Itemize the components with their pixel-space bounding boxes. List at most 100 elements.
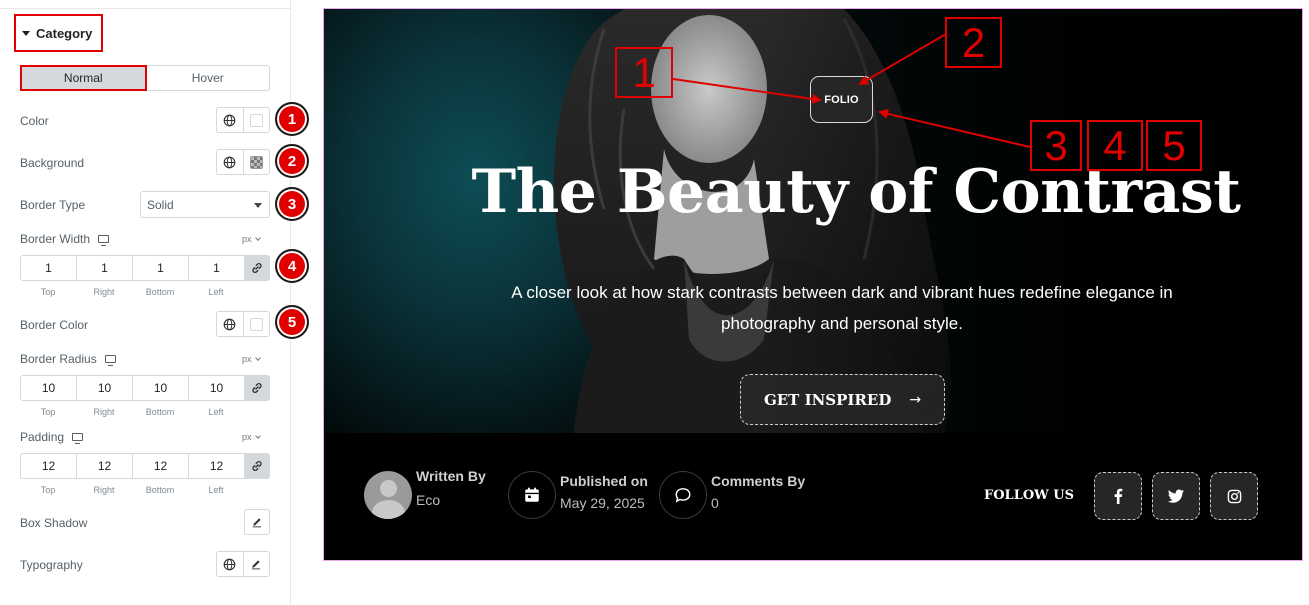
- padding-unit[interactable]: px: [242, 432, 261, 442]
- desktop-icon[interactable]: [98, 235, 110, 246]
- border-width-inputs: 1 1 1 1: [20, 255, 270, 281]
- border-radius-top[interactable]: 10: [21, 376, 77, 400]
- author-name[interactable]: Eco: [416, 492, 486, 508]
- chevron-down-icon: [254, 235, 261, 241]
- link-icon: [252, 461, 262, 471]
- global-color-button[interactable]: [217, 108, 243, 132]
- instagram-button[interactable]: [1210, 472, 1258, 520]
- step-badge-4: 4: [275, 249, 309, 283]
- hero-subtitle: A closer look at how stark contrasts bet…: [511, 283, 1173, 333]
- border-width-label: Border Width: [20, 232, 91, 246]
- color-label: Color: [20, 114, 49, 128]
- transparent-swatch: [249, 155, 263, 169]
- padding-label-row: Padding: [20, 430, 84, 444]
- border-radius-right[interactable]: 10: [77, 376, 133, 400]
- color-swatch: [249, 317, 263, 331]
- padding-right[interactable]: 12: [77, 454, 133, 478]
- globe-icon: [223, 114, 236, 126]
- link-icon: [252, 263, 262, 273]
- padding-bottom[interactable]: 12: [133, 454, 189, 478]
- caption-right: Right: [93, 407, 115, 417]
- global-typography-button[interactable]: [217, 552, 243, 576]
- typography-label: Typography: [20, 558, 83, 572]
- caption-bottom: Bottom: [145, 407, 175, 417]
- border-width-bottom[interactable]: 1: [133, 256, 189, 280]
- border-radius-inputs: 10 10 10 10: [20, 375, 270, 401]
- category-badge[interactable]: FOLIO: [810, 76, 873, 123]
- desktop-icon[interactable]: [72, 433, 84, 444]
- comment-icon: [675, 488, 691, 503]
- caption-right: Right: [93, 287, 115, 297]
- border-width-right[interactable]: 1: [77, 256, 133, 280]
- globe-icon: [223, 156, 236, 168]
- unit-text: px: [242, 432, 252, 442]
- link-values-button[interactable]: [245, 256, 269, 280]
- facebook-icon: [1114, 488, 1123, 504]
- published-meta: Published on May 29, 2025: [508, 471, 648, 519]
- typography-edit-button[interactable]: [242, 552, 270, 576]
- state-tabs: Normal Hover: [20, 65, 270, 91]
- background-picker-button[interactable]: [242, 150, 270, 174]
- author-caption: Written By: [416, 468, 486, 484]
- get-inspired-button[interactable]: GET INSPIRED →: [740, 374, 945, 425]
- tab-hover[interactable]: Hover: [147, 66, 270, 90]
- caption-left: Left: [208, 287, 224, 297]
- border-color-picker-button[interactable]: [242, 312, 270, 336]
- border-width-label-row: Border Width: [20, 232, 110, 246]
- border-width-top[interactable]: 1: [21, 256, 77, 280]
- published-date: May 29, 2025: [560, 495, 645, 511]
- step-badge-5: 5: [275, 305, 309, 339]
- calendar-icon: [525, 487, 539, 502]
- unit-text: px: [242, 354, 252, 364]
- caption-top: Top: [40, 485, 56, 495]
- category-section-toggle[interactable]: Category: [14, 14, 103, 52]
- padding-left[interactable]: 12: [189, 454, 245, 478]
- annotation-3: 3: [1030, 120, 1082, 171]
- comment-icon-wrap: [659, 471, 707, 519]
- border-width-left[interactable]: 1: [189, 256, 245, 280]
- background-label: Background: [20, 156, 85, 170]
- typography-control: [216, 551, 270, 577]
- border-type-label: Border Type: [20, 198, 86, 212]
- avatar: [364, 471, 412, 519]
- border-type-value: Solid: [147, 197, 174, 212]
- pencil-icon: [252, 518, 262, 528]
- border-radius-bottom[interactable]: 10: [133, 376, 189, 400]
- border-width-unit[interactable]: px: [242, 234, 261, 244]
- twitter-icon: [1168, 489, 1184, 503]
- author-meta: Written By Eco: [364, 468, 486, 519]
- border-type-select[interactable]: Solid: [140, 191, 270, 218]
- cta-label: GET INSPIRED: [763, 390, 892, 409]
- link-values-button[interactable]: [245, 376, 269, 400]
- padding-top[interactable]: 12: [21, 454, 77, 478]
- color-swatch: [249, 113, 263, 127]
- section-title: Category: [36, 25, 93, 41]
- twitter-button[interactable]: [1152, 472, 1200, 520]
- link-values-button[interactable]: [245, 454, 269, 478]
- tab-normal[interactable]: Normal: [20, 65, 147, 91]
- annotation-4: 4: [1087, 120, 1143, 171]
- box-shadow-label: Box Shadow: [20, 516, 88, 530]
- follow-us-label: FOLLOW US: [984, 488, 1075, 503]
- border-radius-unit[interactable]: px: [242, 354, 261, 364]
- caption-bottom: Bottom: [145, 287, 175, 297]
- box-shadow-edit-button[interactable]: [244, 509, 270, 535]
- border-radius-label: Border Radius: [20, 352, 97, 366]
- caption-bottom: Bottom: [145, 485, 175, 495]
- global-background-button[interactable]: [217, 150, 243, 174]
- facebook-button[interactable]: [1094, 472, 1142, 520]
- panel-divider: [0, 8, 290, 9]
- desktop-icon[interactable]: [104, 355, 116, 366]
- border-radius-label-row: Border Radius: [20, 352, 116, 366]
- padding-label: Padding: [20, 430, 65, 444]
- border-radius-left[interactable]: 10: [189, 376, 245, 400]
- color-picker-button[interactable]: [242, 108, 270, 132]
- global-border-color-button[interactable]: [217, 312, 243, 336]
- instagram-icon: [1227, 489, 1241, 503]
- border-color-control: [216, 311, 270, 337]
- link-icon: [252, 383, 262, 393]
- globe-icon: [223, 558, 236, 570]
- padding-captions: Top Right Bottom Left: [20, 485, 244, 495]
- globe-icon: [223, 318, 236, 330]
- comments-meta: Comments By 0: [659, 471, 805, 519]
